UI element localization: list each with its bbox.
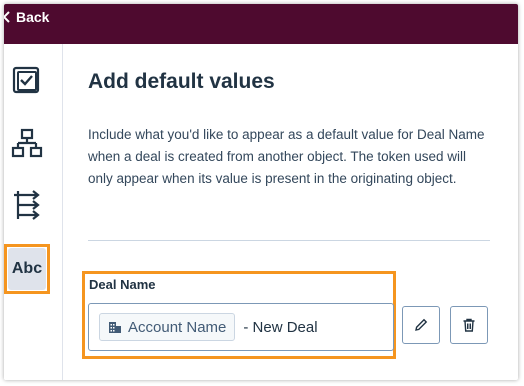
back-button[interactable]: Back [4, 9, 49, 25]
branch-arrows-icon [14, 190, 40, 220]
deal-name-suffix: - New Deal [243, 318, 318, 336]
building-icon [109, 322, 121, 333]
sidebar: Abc [4, 44, 63, 380]
edit-button[interactable] [402, 306, 440, 344]
chevron-left-icon [4, 11, 10, 23]
sidebar-item-default-values[interactable]: Abc [4, 244, 50, 294]
token-label: Account Name [128, 318, 227, 336]
deal-name-label: Deal Name [89, 277, 156, 292]
top-bar: Back [4, 4, 518, 44]
hierarchy-icon [11, 128, 43, 158]
sidebar-item-hierarchy[interactable] [8, 124, 46, 162]
checklist-icon [12, 66, 40, 94]
sidebar-item-branches[interactable] [8, 186, 46, 224]
pencil-icon [415, 318, 428, 331]
account-name-token[interactable]: Account Name [99, 313, 236, 341]
divider [88, 240, 490, 241]
text-abc-icon: Abc [8, 248, 46, 290]
deal-name-field[interactable]: Account Name - New Deal [88, 303, 394, 351]
page-title: Add default values [88, 70, 275, 93]
delete-button[interactable] [450, 306, 488, 344]
sidebar-item-checklist[interactable] [8, 62, 46, 100]
app-window: Back Abc Add default values Include what… [4, 4, 518, 380]
back-label: Back [16, 9, 50, 25]
trash-icon [463, 318, 475, 332]
page-description: Include what you'd like to appear as a d… [88, 127, 485, 186]
